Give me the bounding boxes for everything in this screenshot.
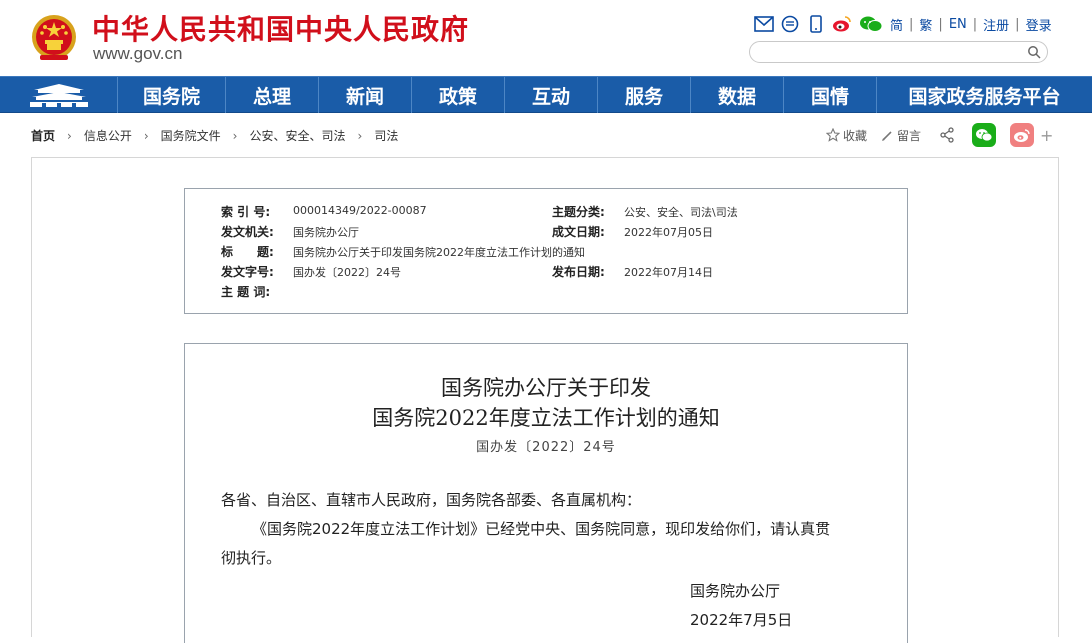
meta-row: 发文字号: 国办发〔2022〕24号 发布日期: 2022年07月14日 <box>185 263 907 283</box>
comment-button[interactable]: 留言 <box>881 127 921 144</box>
nav-item-news[interactable]: 新闻 <box>318 77 411 113</box>
weibo-icon[interactable] <box>832 14 852 34</box>
site-header: 中华人民共和国中央人民政府 www.gov.cn 简 | 繁 | EN | 注册… <box>0 0 1092 76</box>
chevron-right-icon: › <box>232 128 238 143</box>
message-icon[interactable] <box>780 14 800 34</box>
share-button[interactable] <box>939 127 955 143</box>
published-date-label: 发布日期: <box>552 265 605 279</box>
lang-traditional-link[interactable]: 繁 <box>919 15 932 34</box>
article-title-line1: 国务院办公厅关于印发 <box>441 376 651 400</box>
nav-item-national-info[interactable]: 国情 <box>783 77 876 113</box>
lang-simplified-link[interactable]: 简 <box>890 15 903 34</box>
body-paragraph: 《国务院2022年度立法工作计划》已经党中央、国务院同意，现印发给你们，请认真贯 <box>252 520 831 538</box>
meta-row: 索 引 号: 000014349/2022-00087 主题分类: 公安、安全、… <box>185 203 907 223</box>
main-nav: 国务院 总理 新闻 政策 互动 服务 数据 国情 国家政务服务平台 <box>0 76 1092 113</box>
breadcrumb-home[interactable]: 首页 <box>31 127 55 144</box>
tool-separator: | <box>909 16 914 32</box>
lang-english-link[interactable]: EN <box>949 17 967 32</box>
created-date-label: 成文日期: <box>552 225 605 239</box>
category-label: 主题分类: <box>552 205 605 219</box>
favorite-button[interactable]: 收藏 <box>826 127 867 144</box>
tool-separator: | <box>938 16 943 32</box>
favorite-label: 收藏 <box>843 128 868 143</box>
tool-separator: | <box>972 16 978 32</box>
breadcrumb: 首页 › 信息公开 › 国务院文件 › 公安、安全、司法 › 司法 <box>31 127 398 144</box>
issuer-label: 发文机关: <box>221 225 274 239</box>
meta-row: 发文机关: 国务院办公厅 成文日期: 2022年07月05日 <box>185 223 907 243</box>
weibo-icon <box>1014 128 1030 142</box>
pencil-icon <box>881 129 894 142</box>
doc-no-label: 发文字号: <box>221 265 274 279</box>
nav-item-service-platform[interactable]: 国家政务服务平台 <box>876 77 1092 113</box>
search-box <box>749 41 1048 63</box>
header-tools: 简 | 繁 | EN | 注册 | 登录 <box>754 14 1052 34</box>
more-share-button[interactable]: + <box>1040 126 1053 145</box>
title-value: 国务院办公厅关于印发国务院2022年度立法工作计划的通知 <box>293 246 585 259</box>
chevron-right-icon: › <box>67 128 72 143</box>
wechat-icon[interactable] <box>858 14 884 34</box>
comment-label: 留言 <box>897 128 922 143</box>
chevron-right-icon: › <box>143 128 149 143</box>
tiananmen-icon <box>29 84 88 107</box>
share-icon <box>940 127 954 143</box>
weibo-share-button[interactable] <box>1010 123 1035 147</box>
content-panel: 索 引 号: 000014349/2022-00087 主题分类: 公安、安全、… <box>31 157 1059 643</box>
article-title-line2: 国务院2022年度立法工作计划的通知 <box>372 406 720 430</box>
breadcrumb-judicial[interactable]: 司法 <box>374 127 398 144</box>
article-body: 国务院办公厅关于印发 国务院2022年度立法工作计划的通知 国办发〔2022〕2… <box>184 343 908 643</box>
register-link[interactable]: 注册 <box>983 15 1009 34</box>
doc-no-value: 国办发〔2022〕24号 <box>293 266 401 279</box>
signer: 国务院办公厅 <box>690 582 781 600</box>
breadcrumb-info-disclosure[interactable]: 信息公开 <box>84 127 132 144</box>
star-icon <box>826 128 840 142</box>
meta-row: 标 题: 国务院办公厅关于印发国务院2022年度立法工作计划的通知 <box>185 243 907 263</box>
breadcrumb-state-council-docs[interactable]: 国务院文件 <box>161 127 221 144</box>
sign-date: 2022年7月5日 <box>690 611 793 629</box>
nav-item-premier[interactable]: 总理 <box>225 77 318 113</box>
mail-icon[interactable] <box>754 14 774 34</box>
breadcrumb-public-security[interactable]: 公安、安全、司法 <box>249 127 345 144</box>
nav-items: 国务院 总理 新闻 政策 互动 服务 数据 国情 国家政务服务平台 <box>117 77 1092 113</box>
nav-item-services[interactable]: 服务 <box>597 77 690 113</box>
nav-item-state-council[interactable]: 国务院 <box>117 77 225 113</box>
mobile-icon[interactable] <box>806 14 826 34</box>
nav-item-data[interactable]: 数据 <box>690 77 783 113</box>
issuer-value: 国务院办公厅 <box>293 226 359 239</box>
category-value: 公安、安全、司法\司法 <box>624 206 738 219</box>
share-toolbar: 收藏 留言 + <box>826 123 1053 147</box>
site-url[interactable]: www.gov.cn <box>93 44 182 64</box>
document-metadata: 索 引 号: 000014349/2022-00087 主题分类: 公安、安全、… <box>184 188 908 314</box>
search-input[interactable] <box>760 44 1020 60</box>
national-emblem-icon[interactable] <box>30 12 78 64</box>
wechat-icon <box>976 128 993 141</box>
salutation: 各省、自治区、直辖市人民政府，国务院各部委、各直属机构： <box>221 491 642 509</box>
body-paragraph-continued: 彻执行。 <box>221 549 282 567</box>
nav-item-policy[interactable]: 政策 <box>411 77 504 113</box>
title-label: 标 题: <box>221 245 274 259</box>
index-no-value: 000014349/2022-00087 <box>293 204 427 217</box>
keywords-label: 主 题 词: <box>221 285 271 299</box>
article-doc-number: 国办发〔2022〕24号 <box>476 440 616 455</box>
created-date-value: 2022年07月05日 <box>624 226 713 239</box>
wechat-share-button[interactable] <box>972 123 997 147</box>
tool-separator: | <box>1015 16 1020 32</box>
meta-row: 主 题 词: <box>185 283 907 303</box>
chevron-right-icon: › <box>357 128 363 143</box>
nav-home-logo[interactable] <box>0 77 117 113</box>
site-title[interactable]: 中华人民共和国中央人民政府 <box>92 8 469 48</box>
breadcrumb-row: 首页 › 信息公开 › 国务院文件 › 公安、安全、司法 › 司法 收藏 留言 <box>0 113 1092 157</box>
login-link[interactable]: 登录 <box>1026 15 1052 34</box>
search-icon[interactable] <box>1027 45 1041 59</box>
published-date-value: 2022年07月14日 <box>624 266 713 279</box>
nav-item-interaction[interactable]: 互动 <box>504 77 597 113</box>
index-no-label: 索 引 号: <box>221 205 271 219</box>
